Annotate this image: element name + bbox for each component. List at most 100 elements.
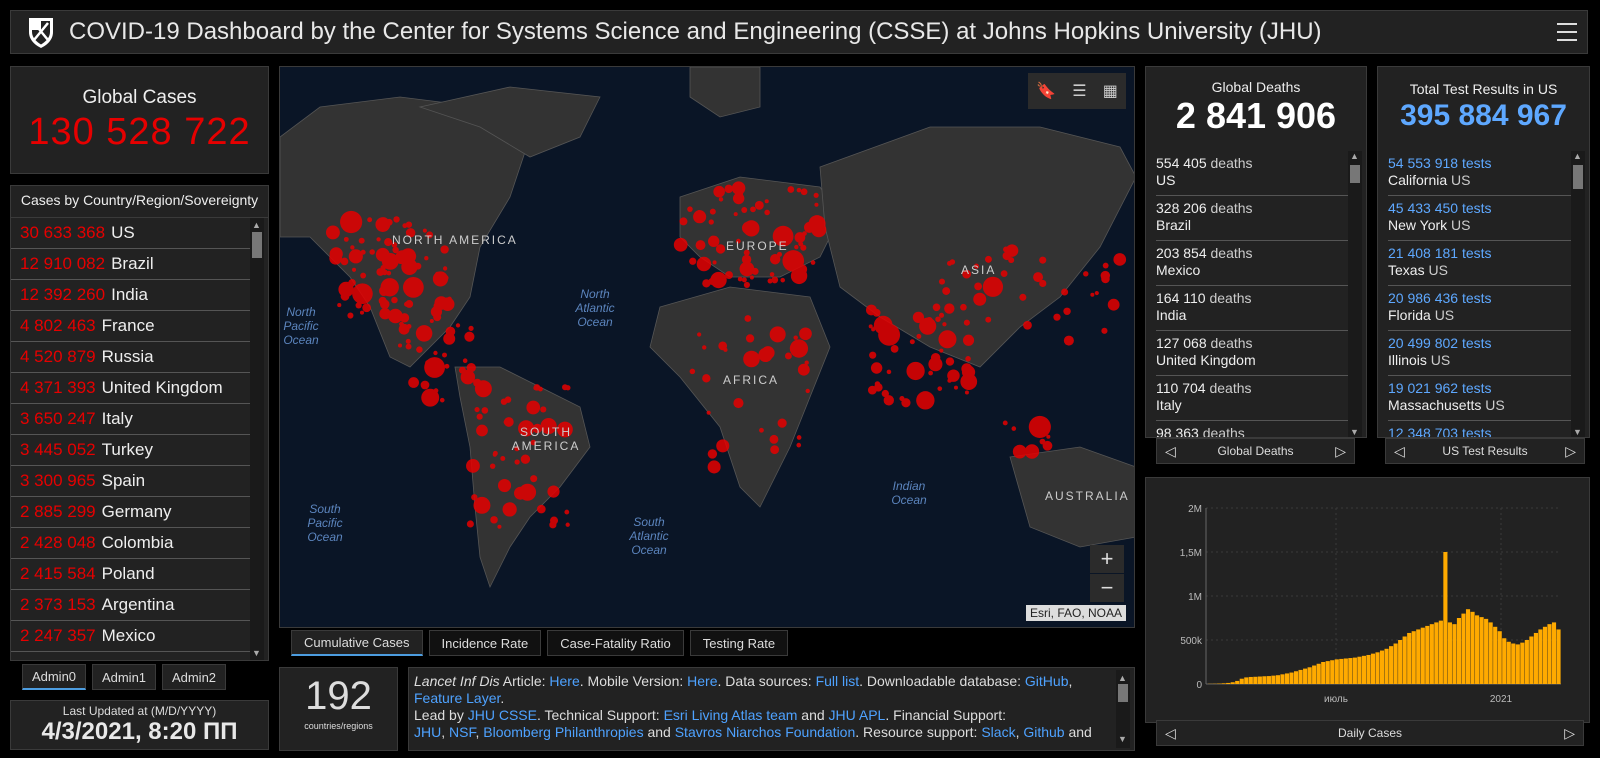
- link-slack[interactable]: Slack: [981, 724, 1015, 740]
- tests-row[interactable]: 21 408 181 tests Texas US: [1388, 241, 1571, 286]
- country-row[interactable]: 2 373 153 Argentina: [11, 590, 250, 621]
- y-tick-label: 1,5M: [1180, 548, 1202, 559]
- tests-row[interactable]: 12 348 703 tests: [1388, 421, 1571, 438]
- country-row[interactable]: 4 520 879 Russia: [11, 342, 250, 373]
- chart-bar: [1316, 663, 1321, 684]
- chevron-right-icon[interactable]: ▷: [1564, 725, 1575, 742]
- link-full-list[interactable]: Full list: [816, 673, 860, 689]
- country-row[interactable]: 3 300 965 Spain: [11, 466, 250, 497]
- deaths-row[interactable]: 328 206 deaths Brazil: [1156, 196, 1348, 241]
- chart-bar: [1375, 652, 1380, 684]
- country-row[interactable]: 2 885 299 Germany: [11, 497, 250, 528]
- country-row[interactable]: 30 633 368 US: [11, 218, 250, 249]
- deaths-list-scrollbar[interactable]: ▲ ▼: [1348, 151, 1362, 437]
- country-row[interactable]: 2 428 048 Colombia: [11, 528, 250, 559]
- case-bubble: [1083, 271, 1089, 277]
- case-bubble: [716, 439, 730, 453]
- chevron-left-icon[interactable]: ◁: [1165, 443, 1176, 460]
- scroll-down-icon[interactable]: ▼: [252, 648, 261, 658]
- chevron-left-icon[interactable]: ◁: [1165, 725, 1176, 742]
- country-list-scrollbar[interactable]: ▲ ▼: [250, 218, 264, 660]
- chart-bar: [1271, 675, 1276, 684]
- case-bubble: [443, 332, 456, 345]
- link-mobile[interactable]: Here: [687, 673, 717, 689]
- case-bubble: [1000, 270, 1008, 278]
- country-case-count: 12 910 082: [20, 254, 106, 273]
- case-bubble: [687, 206, 693, 212]
- country-row[interactable]: 4 802 463 France: [11, 311, 250, 342]
- info-scrollbar[interactable]: ▲ ▼: [1116, 670, 1130, 748]
- case-bubble: [1107, 298, 1120, 311]
- tests-row[interactable]: 45 433 450 tests New York US: [1388, 196, 1571, 241]
- deaths-count: 110 704: [1156, 380, 1206, 396]
- tab-admin0[interactable]: Admin0: [22, 664, 86, 690]
- tests-row[interactable]: 19 021 962 tests Massachusetts US: [1388, 376, 1571, 421]
- case-bubble: [741, 277, 747, 283]
- case-bubble: [800, 244, 807, 251]
- tests-row[interactable]: 20 499 802 tests Illinois US: [1388, 331, 1571, 376]
- deaths-row[interactable]: 164 110 deaths India: [1156, 286, 1348, 331]
- country-row[interactable]: 12 910 082 Brazil: [11, 249, 250, 280]
- link-esri[interactable]: Esri Living Atlas team: [664, 707, 798, 723]
- scroll-down-icon[interactable]: ▼: [1573, 427, 1582, 437]
- tab-testing-rate[interactable]: Testing Rate: [689, 630, 789, 656]
- scroll-up-icon[interactable]: ▲: [1350, 151, 1359, 161]
- bookmark-icon[interactable]: 🔖: [1036, 81, 1056, 101]
- country-row[interactable]: 4 371 393 United Kingdom: [11, 373, 250, 404]
- link-jhu-apl[interactable]: JHU APL: [829, 707, 886, 723]
- tab-cumulative-cases[interactable]: Cumulative Cases: [291, 630, 423, 656]
- tab-admin2[interactable]: Admin2: [162, 664, 226, 690]
- tests-country: US: [1485, 397, 1505, 413]
- link-nsf[interactable]: NSF: [449, 724, 475, 740]
- link-github[interactable]: GitHub: [1025, 673, 1069, 689]
- chevron-right-icon[interactable]: ▷: [1565, 443, 1576, 460]
- deaths-row[interactable]: 554 405 deaths US: [1156, 151, 1348, 196]
- tab-admin1[interactable]: Admin1: [92, 664, 156, 690]
- country-name: Brazil: [111, 254, 154, 273]
- scroll-up-icon[interactable]: ▲: [252, 220, 261, 230]
- link-article[interactable]: Here: [549, 673, 579, 689]
- chart-bar: [1456, 618, 1462, 684]
- world-map[interactable]: NORTH AMERICA SOUTH AMERICA EUROPE AFRIC…: [279, 66, 1135, 628]
- case-bubble: [944, 303, 955, 314]
- link-feature-layer[interactable]: Feature Layer: [414, 690, 500, 706]
- country-row[interactable]: 3 650 247 Italy: [11, 404, 250, 435]
- link-jhu-csse[interactable]: JHU CSSE: [468, 707, 537, 723]
- country-row[interactable]: 2 415 584 Poland: [11, 559, 250, 590]
- legend-list-icon[interactable]: ☰: [1072, 81, 1086, 101]
- tests-unit: tests: [1461, 425, 1492, 438]
- country-row[interactable]: 2 247 357 Mexico: [11, 621, 250, 652]
- tests-count: 12 348 703: [1388, 425, 1459, 438]
- map-canvas[interactable]: [280, 67, 1135, 628]
- case-bubble: [942, 322, 947, 327]
- case-bubble: [867, 385, 877, 395]
- label-south-pacific: South Pacific Ocean: [307, 502, 343, 544]
- country-case-count: 3 650 247: [20, 409, 96, 428]
- tests-row[interactable]: 54 553 918 tests California US: [1388, 151, 1571, 196]
- scroll-down-icon[interactable]: ▼: [1118, 731, 1127, 748]
- link-bloomberg[interactable]: Bloomberg Philanthropies: [483, 724, 643, 740]
- deaths-row[interactable]: 127 068 deaths United Kingdom: [1156, 331, 1348, 376]
- deaths-row[interactable]: 98 363 deaths: [1156, 421, 1348, 437]
- tests-list-scrollbar[interactable]: ▲ ▼: [1571, 151, 1585, 437]
- deaths-row[interactable]: 203 854 deaths Mexico: [1156, 241, 1348, 286]
- deaths-row[interactable]: 110 704 deaths Italy: [1156, 376, 1348, 421]
- scroll-up-icon[interactable]: ▲: [1573, 151, 1582, 161]
- chart-bar: [1524, 640, 1529, 684]
- link-jhu[interactable]: JHU: [414, 724, 441, 740]
- country-row[interactable]: 3 445 052 Turkey: [11, 435, 250, 466]
- tab-case-fatality-ratio[interactable]: Case-Fatality Ratio: [547, 630, 684, 656]
- tests-row[interactable]: 20 986 436 tests Florida US: [1388, 286, 1571, 331]
- chevron-left-icon[interactable]: ◁: [1394, 443, 1405, 460]
- hamburger-menu-icon[interactable]: [1557, 23, 1577, 41]
- zoom-in-button[interactable]: +: [1090, 545, 1124, 573]
- country-row[interactable]: 12 392 260 India: [11, 280, 250, 311]
- case-bubble: [769, 326, 786, 343]
- chevron-right-icon[interactable]: ▷: [1335, 443, 1346, 460]
- link-stavros[interactable]: Stavros Niarchos Foundation: [675, 724, 856, 740]
- scroll-down-icon[interactable]: ▼: [1350, 427, 1359, 437]
- link-github-2[interactable]: Github: [1023, 724, 1064, 740]
- tab-incidence-rate[interactable]: Incidence Rate: [428, 630, 542, 656]
- zoom-out-button[interactable]: −: [1090, 574, 1124, 602]
- basemap-gallery-icon[interactable]: ▦: [1103, 81, 1118, 101]
